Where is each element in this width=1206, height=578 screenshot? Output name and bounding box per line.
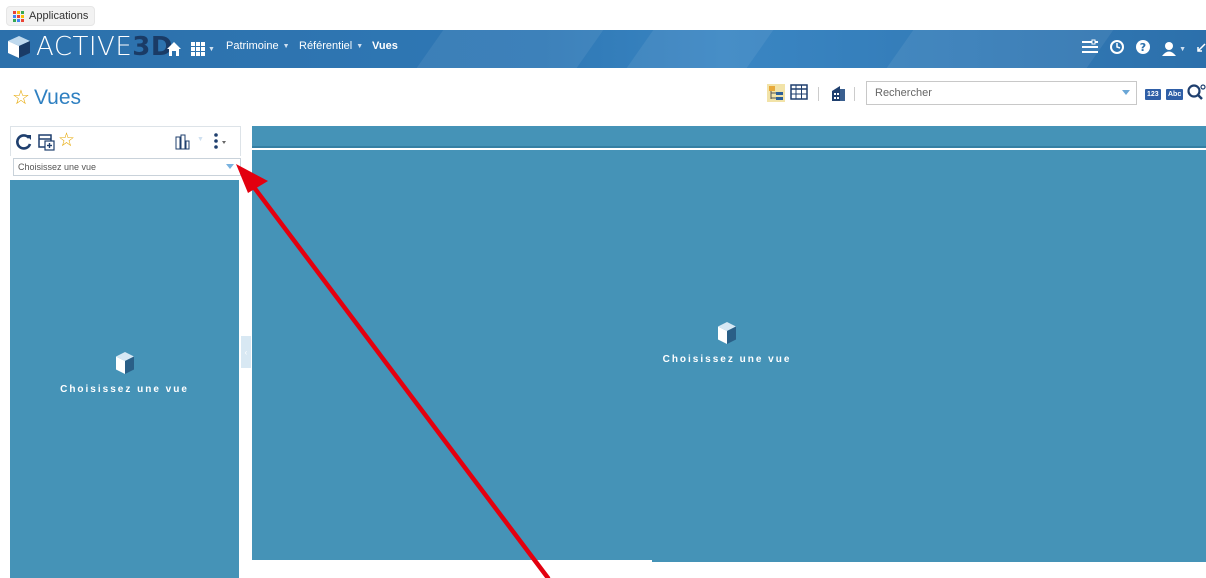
- kebab-menu-icon: [214, 133, 226, 149]
- refresh-button[interactable]: [15, 133, 33, 156]
- main-empty-text: Choisissez une vue: [662, 354, 792, 365]
- chevron-down-icon[interactable]: ▼: [197, 136, 204, 143]
- text-search-toggle[interactable]: Abc: [1166, 89, 1184, 100]
- more-options-button[interactable]: [211, 132, 227, 155]
- main-view-panel: Choisissez une vue: [252, 126, 1206, 578]
- left-view-panel: ☆ ▼ Choisissez une vue Choisissez une vu…: [10, 126, 241, 578]
- app-root: Applications ACTIVE3D ▼ Patrimoine ▼ Réf…: [0, 0, 1206, 578]
- chevron-down-icon: ▼: [282, 42, 290, 50]
- history-icon: [1110, 39, 1125, 54]
- nav-vues-label: Vues: [372, 40, 398, 52]
- svg-text:?: ?: [1140, 41, 1146, 54]
- search-icon: [1187, 84, 1206, 100]
- table-view-button[interactable]: [790, 83, 808, 101]
- help-button[interactable]: ?: [1135, 39, 1151, 60]
- user-menu-button[interactable]: ▼: [1161, 41, 1186, 57]
- home-button[interactable]: [166, 39, 182, 59]
- chevron-down-icon: ▼: [1179, 45, 1186, 53]
- header-right-tools: ? ▼: [1081, 38, 1206, 60]
- nav-referentiel[interactable]: Référentiel ▼: [299, 40, 363, 52]
- tree-view-icon: [767, 84, 785, 102]
- bookmarks-bar: Applications: [0, 0, 1206, 30]
- cube-icon: [115, 352, 134, 374]
- refresh-icon: [16, 134, 32, 150]
- collapse-arrow-icon: [1197, 42, 1206, 52]
- app-header: ACTIVE3D ▼ Patrimoine ▼ Référentiel ▼ Vu…: [0, 30, 1206, 68]
- history-button[interactable]: [1109, 39, 1125, 60]
- page-title-text: Vues: [33, 86, 82, 109]
- search-box: [866, 81, 1137, 105]
- star-outline-icon[interactable]: ☆: [12, 88, 30, 108]
- page-titlebar: ☆ Vues Rechercher 123 Abc: [0, 68, 1206, 126]
- grid-icon: [191, 42, 205, 56]
- left-empty-text: Choisissez une vue: [60, 384, 189, 395]
- org-chart-icon: [175, 134, 190, 150]
- view-select[interactable]: Choisissez une vue: [13, 158, 241, 176]
- cube-icon: [718, 322, 736, 344]
- hierarchy-button[interactable]: [174, 134, 190, 155]
- add-window-icon: [38, 134, 55, 151]
- nav-referentiel-label: Référentiel: [299, 40, 353, 52]
- logo-text: ACTIVE: [36, 32, 133, 62]
- user-icon: [1162, 42, 1177, 56]
- chevron-down-icon[interactable]: [1122, 90, 1130, 95]
- collapse-left-handle[interactable]: ‹: [241, 336, 251, 368]
- panel-splitter[interactable]: ‹: [241, 126, 252, 578]
- help-icon: ?: [1136, 39, 1151, 54]
- search-input[interactable]: [867, 82, 1107, 104]
- tree-view-button[interactable]: [766, 83, 786, 103]
- main-empty-state: Choisissez une vue: [652, 320, 802, 365]
- left-empty-state: Choisissez une vue: [10, 350, 239, 395]
- table-view-icon: [790, 84, 808, 100]
- nav-patrimoine-label: Patrimoine: [226, 40, 279, 52]
- main-panel-left-area: [252, 150, 652, 560]
- view-select-value: Choisissez une vue: [18, 162, 97, 172]
- nav-vues[interactable]: Vues: [372, 40, 398, 52]
- favorite-star-icon[interactable]: ☆: [58, 129, 75, 152]
- building-view-button[interactable]: [828, 83, 848, 103]
- chevron-down-icon: ▼: [208, 45, 215, 53]
- nav-patrimoine[interactable]: Patrimoine ▼: [226, 40, 290, 52]
- logo-cube-icon: [8, 36, 30, 58]
- active3d-logo[interactable]: ACTIVE3D: [6, 34, 173, 60]
- left-panel-toolbar: ☆ ▼: [10, 126, 241, 156]
- apps-bookmark-label: Applications: [29, 10, 89, 22]
- apps-grid-icon: [13, 10, 24, 22]
- list-settings-icon: [1082, 39, 1099, 53]
- main-panel-header-strip: [252, 126, 1206, 148]
- add-view-button[interactable]: [37, 133, 55, 156]
- page-title: ☆ Vues: [12, 86, 81, 110]
- home-icon: [167, 42, 181, 56]
- chevron-down-icon[interactable]: [226, 164, 234, 169]
- advanced-search-button[interactable]: [1186, 82, 1206, 107]
- tasks-button[interactable]: [1081, 39, 1099, 60]
- apps-bookmark[interactable]: Applications: [6, 6, 96, 26]
- numeric-search-toggle[interactable]: 123: [1145, 89, 1161, 100]
- building-icon: [832, 86, 845, 101]
- toolbar-divider: [854, 87, 855, 101]
- collapse-button[interactable]: [1196, 40, 1206, 59]
- toolbar-divider: [818, 87, 819, 101]
- chevron-left-icon: ‹: [244, 347, 248, 357]
- apps-menu-button[interactable]: ▼: [190, 39, 215, 59]
- left-panel-content: Choisissez une vue: [10, 180, 239, 578]
- main-panel-right-area: Choisissez une vue: [652, 150, 1206, 562]
- chevron-down-icon: ▼: [356, 42, 364, 50]
